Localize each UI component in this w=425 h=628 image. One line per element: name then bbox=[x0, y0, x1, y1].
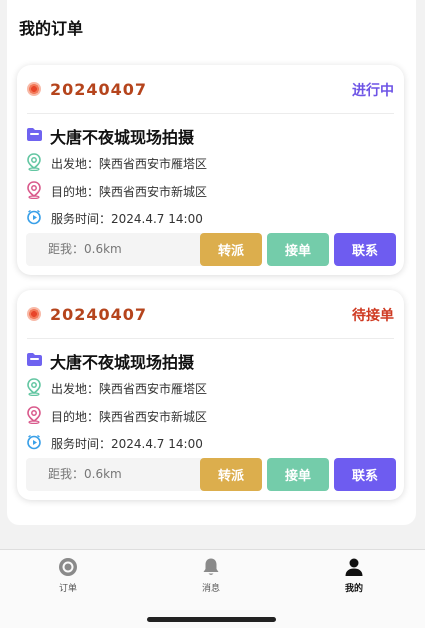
page-title: 我的订单 bbox=[19, 19, 84, 38]
tab-mine-label: 我的 bbox=[344, 584, 363, 594]
order-card[interactable]: 20240407 进行中 大唐不夜城现场拍摄 出发地：陕西省西安市雁塔区 目的地… bbox=[17, 65, 404, 275]
tab-messages-label: 消息 bbox=[201, 584, 220, 594]
order-title-row: 大唐不夜城现场拍摄 bbox=[26, 349, 194, 373]
departure-row: 出发地：陕西省西安市雁塔区 bbox=[26, 377, 208, 399]
order-status: 进行中 bbox=[352, 83, 394, 99]
departure-text: 出发地：陕西省西安市雁塔区 bbox=[51, 156, 208, 171]
service-time-text: 服务时间：2024.4.7 14:00 bbox=[51, 211, 203, 226]
tab-orders-label: 订单 bbox=[58, 584, 77, 594]
tab-messages[interactable]: 消息 bbox=[181, 557, 241, 594]
transfer-button[interactable]: 转派 bbox=[200, 458, 262, 491]
distance-bar: 距我：0.6km bbox=[26, 458, 216, 491]
order-title: 大唐不夜城现场拍摄 bbox=[50, 353, 195, 372]
bell-icon bbox=[181, 557, 241, 577]
service-time-text: 服务时间：2024.4.7 14:00 bbox=[51, 436, 203, 451]
divider bbox=[27, 113, 394, 114]
order-card[interactable]: 20240407 待接单 大唐不夜城现场拍摄 出发地：陕西省西安市雁塔区 目的地… bbox=[17, 290, 404, 500]
destination-row: 目的地：陕西省西安市新城区 bbox=[26, 405, 208, 427]
destination-text: 目的地：陕西省西安市新城区 bbox=[51, 409, 208, 424]
departure-text: 出发地：陕西省西安市雁塔区 bbox=[51, 381, 208, 396]
departure-pin-icon bbox=[26, 377, 42, 399]
order-number: 20240407 bbox=[50, 305, 148, 324]
departure-pin-icon bbox=[26, 152, 42, 174]
service-time-row: 服务时间：2024.4.7 14:00 bbox=[26, 433, 203, 453]
transfer-button[interactable]: 转派 bbox=[200, 233, 262, 266]
destination-text: 目的地：陕西省西安市新城区 bbox=[51, 184, 208, 199]
distance-text: 距我：0.6km bbox=[48, 242, 122, 256]
service-time-row: 服务时间：2024.4.7 14:00 bbox=[26, 208, 203, 228]
folder-icon bbox=[26, 352, 43, 371]
orders-tab-icon bbox=[38, 557, 98, 577]
folder-icon bbox=[26, 127, 43, 146]
accept-order-button[interactable]: 接单 bbox=[267, 233, 329, 266]
distance-bar: 距我：0.6km bbox=[26, 233, 216, 266]
order-title: 大唐不夜城现场拍摄 bbox=[50, 128, 195, 147]
accept-order-button[interactable]: 接单 bbox=[267, 458, 329, 491]
order-status-dot-icon bbox=[27, 307, 41, 321]
contact-button[interactable]: 联系 bbox=[334, 458, 396, 491]
order-status: 待接单 bbox=[352, 308, 394, 324]
divider bbox=[27, 338, 394, 339]
destination-pin-icon bbox=[26, 180, 42, 202]
destination-pin-icon bbox=[26, 405, 42, 427]
order-status-dot-icon bbox=[27, 82, 41, 96]
distance-text: 距我：0.6km bbox=[48, 467, 122, 481]
order-title-row: 大唐不夜城现场拍摄 bbox=[26, 124, 194, 148]
tab-mine[interactable]: 我的 bbox=[324, 557, 384, 594]
order-number: 20240407 bbox=[50, 80, 148, 99]
clock-icon bbox=[26, 434, 42, 453]
clock-icon bbox=[26, 209, 42, 228]
user-icon bbox=[324, 557, 384, 577]
destination-row: 目的地：陕西省西安市新城区 bbox=[26, 180, 208, 202]
departure-row: 出发地：陕西省西安市雁塔区 bbox=[26, 152, 208, 174]
home-indicator bbox=[147, 617, 276, 622]
contact-button[interactable]: 联系 bbox=[334, 233, 396, 266]
tab-orders[interactable]: 订单 bbox=[38, 557, 98, 594]
